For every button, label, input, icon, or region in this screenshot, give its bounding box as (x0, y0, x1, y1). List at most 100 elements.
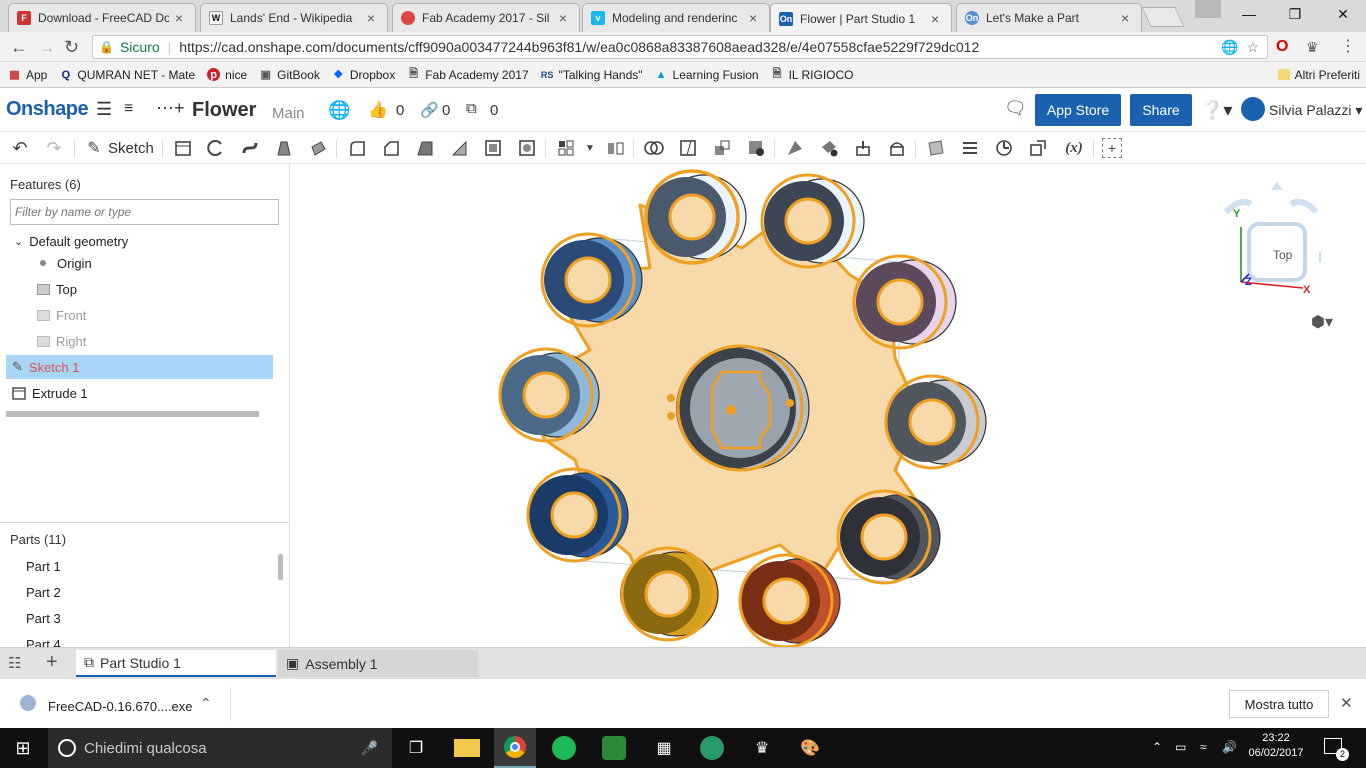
add-tab-icon[interactable]: + (46, 652, 58, 672)
opera-icon[interactable]: O (1276, 36, 1288, 58)
translate-icon[interactable]: 🌐 (1221, 39, 1238, 56)
feature-item-front[interactable]: Front (37, 305, 86, 325)
rollback-bar[interactable] (6, 411, 259, 417)
flower-model[interactable] (291, 164, 1366, 647)
reload-icon[interactable]: ↻ (64, 36, 79, 58)
bookmark-item[interactable]: RS "Talking Hands" (541, 68, 643, 82)
clock[interactable]: 23:22 06/02/2017 (1246, 732, 1306, 759)
link-icon[interactable]: 🔗 (420, 101, 439, 119)
onshape-logo[interactable]: Onshape (6, 98, 89, 121)
thicken-icon[interactable] (308, 138, 328, 158)
avatar[interactable] (1241, 97, 1265, 121)
default-geometry-group[interactable]: ⌄ Default geometry (14, 231, 128, 251)
tab-manager-icon[interactable]: ☷ (8, 654, 21, 672)
revolve-icon[interactable] (206, 138, 226, 158)
helix-icon[interactable] (960, 138, 980, 158)
taskbar-search[interactable]: Chiedimi qualcosa 🎤 (48, 728, 392, 768)
view-cube[interactable]: Top Y X Z (1203, 182, 1327, 330)
delete-part-icon[interactable] (746, 138, 766, 158)
minimize-icon[interactable]: — (1226, 0, 1272, 28)
feature-item-right[interactable]: Right (37, 331, 86, 351)
back-icon[interactable]: ← (10, 36, 28, 58)
browser-tab-active[interactable]: On Flower | Part Studio 1 × (770, 3, 952, 33)
chevron-down-icon[interactable]: ▼ (580, 138, 600, 158)
feature-item-extrude[interactable]: Extrude 1 (12, 383, 88, 403)
move-face-icon[interactable] (853, 138, 873, 158)
mirror-icon[interactable] (605, 138, 625, 158)
app-icon[interactable]: ♛ (750, 736, 774, 760)
close-icon[interactable]: ✕ (1340, 694, 1353, 712)
share-button[interactable]: Share (1130, 94, 1192, 126)
wifi-icon[interactable]: ≈ (1200, 740, 1207, 754)
copy-icon[interactable]: ⧉ (466, 100, 477, 117)
replace-face-icon[interactable] (887, 138, 907, 158)
chamfer-icon[interactable] (381, 138, 401, 158)
forward-icon[interactable]: → (38, 36, 56, 58)
modify-fillet-icon[interactable] (785, 138, 805, 158)
close-tab-icon[interactable]: × (559, 10, 571, 26)
draft-icon[interactable] (415, 138, 435, 158)
variable-button[interactable]: (x) (1061, 138, 1087, 158)
browser-tab[interactable]: On Let's Make a Part × (956, 3, 1142, 32)
restore-icon[interactable]: ❐ (1272, 0, 1318, 28)
app-store-button[interactable]: App Store (1035, 94, 1121, 126)
globe-icon[interactable]: 🌐 (328, 100, 350, 121)
browser-tab[interactable]: v Modeling and renderinc × (582, 3, 770, 32)
hamburger-menu-icon[interactable]: ☰ (96, 100, 112, 118)
volume-icon[interactable]: 🔊 (1222, 740, 1237, 754)
feature-item-origin[interactable]: Origin (40, 253, 92, 273)
profile-icon[interactable] (1195, 0, 1221, 18)
plane-icon[interactable] (926, 138, 946, 158)
rib-icon[interactable] (449, 138, 469, 158)
app-globe-icon[interactable] (700, 736, 724, 760)
spotify-icon[interactable] (552, 736, 576, 760)
chrome-taskbar-item[interactable] (494, 728, 536, 768)
graphics-viewport[interactable]: Top Y X Z ⬢▾ (291, 164, 1366, 647)
insert-icon[interactable]: ⋯+ (156, 98, 185, 119)
new-tab-button[interactable] (1141, 7, 1185, 27)
download-filename[interactable]: FreeCAD-0.16.670....exe (48, 699, 193, 714)
close-tab-icon[interactable]: × (931, 11, 943, 27)
bookmark-item[interactable]: 🗎 Fab Academy 2017 (407, 68, 528, 82)
redo-icon[interactable]: ↷ (44, 138, 64, 158)
evernote-icon[interactable] (602, 736, 626, 760)
windows-start-icon[interactable]: ⊞ (11, 736, 35, 760)
bookmark-item[interactable]: p nice (207, 68, 247, 82)
tray-chevron-icon[interactable]: ⌃ (1152, 740, 1162, 754)
tab-assembly[interactable]: ▣ Assembly 1 (278, 650, 478, 677)
close-tab-icon[interactable]: × (1121, 10, 1133, 26)
show-all-button[interactable]: Mostra tutto (1229, 690, 1329, 718)
document-title[interactable]: Flower (192, 99, 256, 122)
close-tab-icon[interactable]: × (367, 10, 379, 26)
url-input[interactable]: 🔒 Sicuro | https://cad.onshape.com/docum… (92, 35, 1268, 59)
battery-icon[interactable]: ▭ (1175, 740, 1186, 754)
delete-face-icon[interactable] (819, 138, 839, 158)
transform-icon[interactable] (712, 138, 732, 158)
part-item[interactable]: Part 3 (26, 608, 61, 628)
browser-tab[interactable]: F Download - FreeCAD Do × (8, 3, 196, 32)
close-window-icon[interactable]: ✕ (1320, 0, 1366, 28)
like-icon[interactable]: 👍 (368, 100, 388, 120)
boolean-icon[interactable] (644, 138, 664, 158)
close-tab-icon[interactable]: × (175, 10, 187, 26)
extrude-icon[interactable] (173, 138, 193, 158)
mate-connector-icon[interactable] (994, 138, 1014, 158)
bookmark-item[interactable]: ▲ Learning Fusion (655, 68, 759, 82)
bookmark-item[interactable]: ❖ Dropbox (332, 68, 395, 82)
feature-item-top[interactable]: Top (37, 279, 77, 299)
task-view-icon[interactable]: ❐ (404, 736, 428, 760)
undo-icon[interactable]: ↶ (10, 138, 30, 158)
view-options-icon[interactable]: ⬢▾ (1311, 312, 1333, 332)
feature-item-sketch[interactable]: ✎ Sketch 1 (12, 357, 80, 377)
part-item[interactable]: Part 1 (26, 556, 61, 576)
file-explorer-icon[interactable] (454, 739, 480, 757)
app-icon[interactable]: ▦ (652, 736, 676, 760)
bookmark-item[interactable]: Q QUMRAN NET - Mate (59, 68, 196, 82)
browser-tab[interactable]: Fab Academy 2017 - Sil × (392, 3, 580, 32)
bookmark-item[interactable]: 🗎 IL RIGIOCO (771, 68, 854, 82)
user-menu[interactable]: Silvia Palazzi ▾ (1269, 102, 1362, 119)
part-item[interactable]: Part 2 (26, 582, 61, 602)
derived-icon[interactable] (1028, 138, 1048, 158)
pattern-icon[interactable] (556, 138, 576, 158)
help-icon[interactable]: ❔▾ (1201, 100, 1232, 121)
